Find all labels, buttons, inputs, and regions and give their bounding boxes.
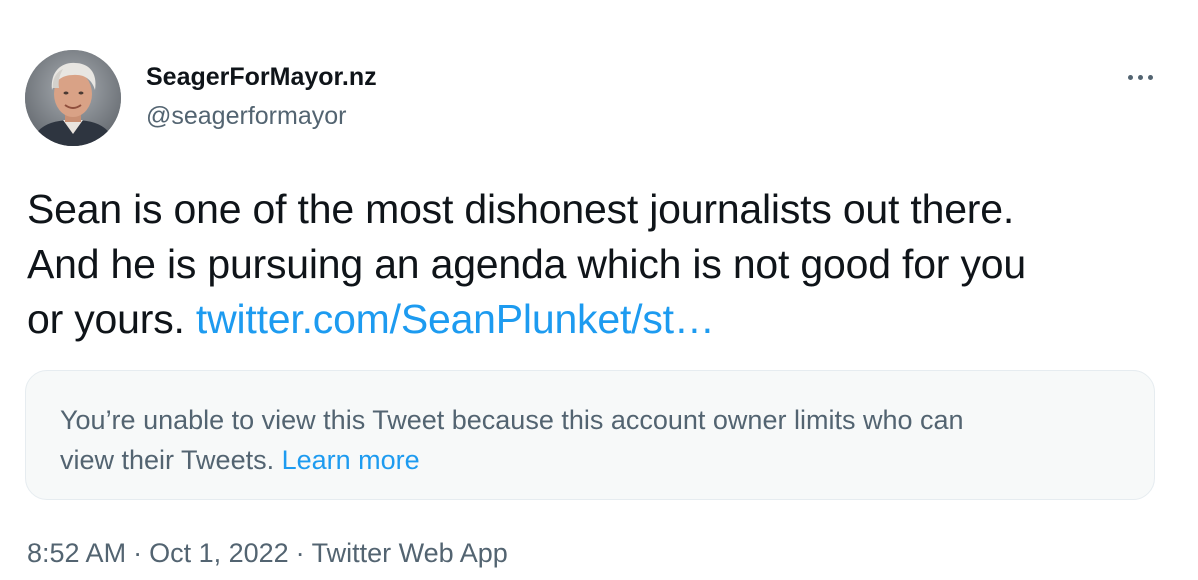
more-dot [1127,74,1133,80]
quoted-tweet-link[interactable]: twitter.com/SeanPlunket/st… [196,296,715,342]
unavailable-message-line: You’re unable to view this Tweet because… [60,405,964,435]
unavailable-message-fragment: view their Tweets. [60,445,275,475]
more-dot [1147,74,1153,80]
meta-separator: · [295,538,305,568]
unavailable-quoted-tweet[interactable]: You’re unable to view this Tweet because… [25,370,1155,500]
tweet-card: SeagerForMayor.nz @seagerformayor Sean i… [0,0,1198,580]
unavailable-message-line-last: view their Tweets. Learn more [60,440,1120,480]
more-options-icon[interactable] [1118,66,1162,88]
tweet-time[interactable]: 8:52 AM [27,538,126,568]
tweet-source[interactable]: Twitter Web App [312,538,508,568]
tweet-metadata: 8:52 AM · Oct 1, 2022 · Twitter Web App [27,535,508,571]
author-display-name[interactable]: SeagerForMayor.nz [146,62,377,92]
meta-separator: · [133,538,143,568]
tweet-date[interactable]: Oct 1, 2022 [149,538,289,568]
learn-more-link[interactable]: Learn more [282,445,420,475]
unavailable-message: You’re unable to view this Tweet because… [60,400,1120,480]
tweet-text-fragment: or yours. [27,296,185,342]
avatar-photo-icon [25,50,121,146]
tweet-text: Sean is one of the most dishonest journa… [27,182,1177,347]
more-dot [1137,74,1143,80]
tweet-text-line: And he is pursuing an agenda which is no… [27,241,1026,287]
author-avatar[interactable] [25,50,121,146]
tweet-text-line: Sean is one of the most dishonest journa… [27,186,1015,232]
tweet-text-line-last: or yours. twitter.com/SeanPlunket/st… [27,292,1177,347]
author-handle[interactable]: @seagerformayor [146,101,346,131]
